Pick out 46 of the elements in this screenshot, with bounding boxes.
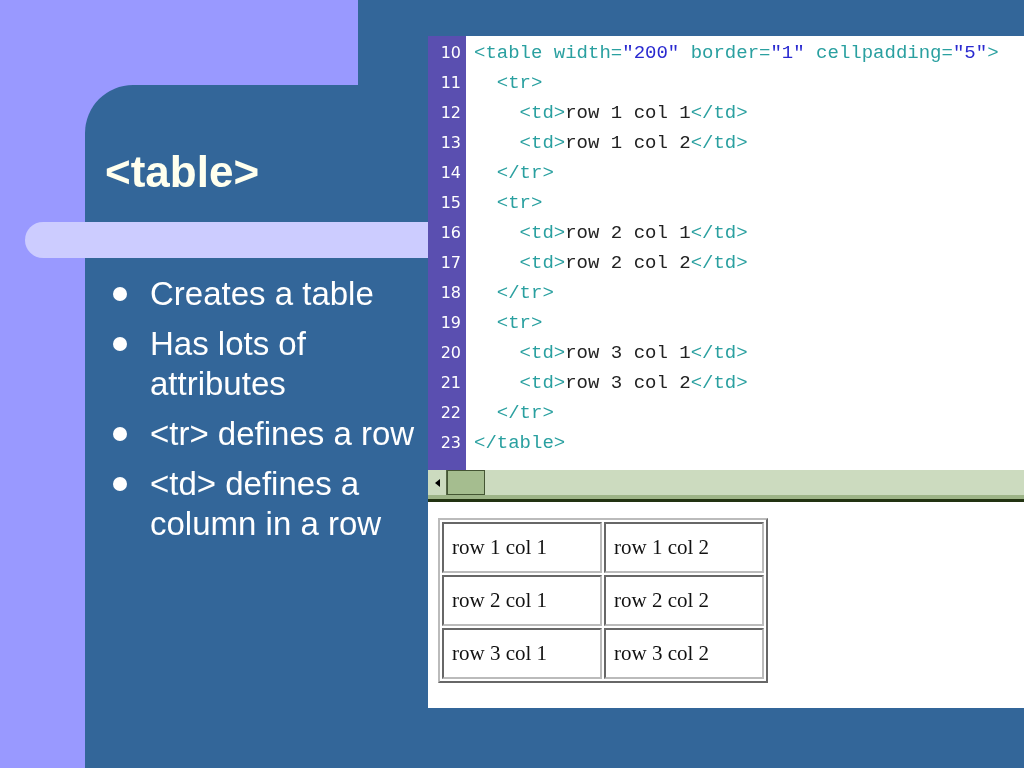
code-line: </tr> (495, 281, 555, 306)
code-line: <td>row 3 col 2</td> (518, 371, 749, 396)
table-cell: row 1 col 2 (604, 522, 764, 573)
bullet-icon (113, 427, 127, 441)
bullet-icon (113, 287, 127, 301)
bullet-icon (113, 477, 127, 491)
code-line: <tr> (495, 71, 544, 96)
code-line: </tr> (495, 401, 555, 426)
bullet-text: Creates a table (150, 274, 375, 314)
line-number: 21 (439, 372, 462, 394)
line-number: 11 (439, 72, 462, 94)
horizontal-scrollbar[interactable] (428, 470, 1024, 499)
scroll-thumb[interactable] (447, 470, 485, 495)
line-number: 22 (439, 402, 462, 424)
bullet-icon (113, 337, 127, 351)
left-triangle-icon (434, 478, 440, 487)
bullet-text: <td> defines a column in a row (150, 464, 383, 544)
code-line: <tr> (495, 191, 544, 216)
code-line: <td>row 2 col 1</td> (518, 221, 749, 246)
slide-title: <table> (105, 147, 260, 197)
line-number: 10 (439, 42, 462, 64)
line-number: 20 (439, 342, 462, 364)
code-line: <td>row 3 col 1</td> (518, 341, 749, 366)
line-number: 13 (439, 132, 462, 154)
bullet-text: Has lots of attributes (150, 324, 307, 404)
table-cell: row 2 col 2 (604, 575, 764, 626)
code-line: <tr> (495, 311, 544, 336)
code-line: <td>row 1 col 1</td> (518, 101, 749, 126)
table-cell: row 3 col 2 (604, 628, 764, 679)
line-number: 15 (439, 192, 462, 214)
line-number: 19 (439, 312, 462, 334)
line-number: 16 (439, 222, 462, 244)
table-cell: row 3 col 1 (442, 628, 602, 679)
line-number: 14 (439, 162, 462, 184)
bullet-text: <tr> defines a row (150, 414, 416, 454)
code-line: <table width="200" border="1" cellpadding="5"> (474, 41, 1000, 66)
line-number: 18 (439, 282, 462, 304)
line-number: 17 (439, 252, 462, 274)
code-line: </table> (474, 431, 567, 456)
line-number: 12 (439, 102, 462, 124)
code-line: </tr> (495, 161, 555, 186)
code-line: <td>row 1 col 2</td> (518, 131, 749, 156)
code-line: <td>row 2 col 2</td> (518, 251, 749, 276)
table-cell: row 1 col 1 (442, 522, 602, 573)
table-cell: row 2 col 1 (442, 575, 602, 626)
line-number: 23 (439, 432, 462, 454)
